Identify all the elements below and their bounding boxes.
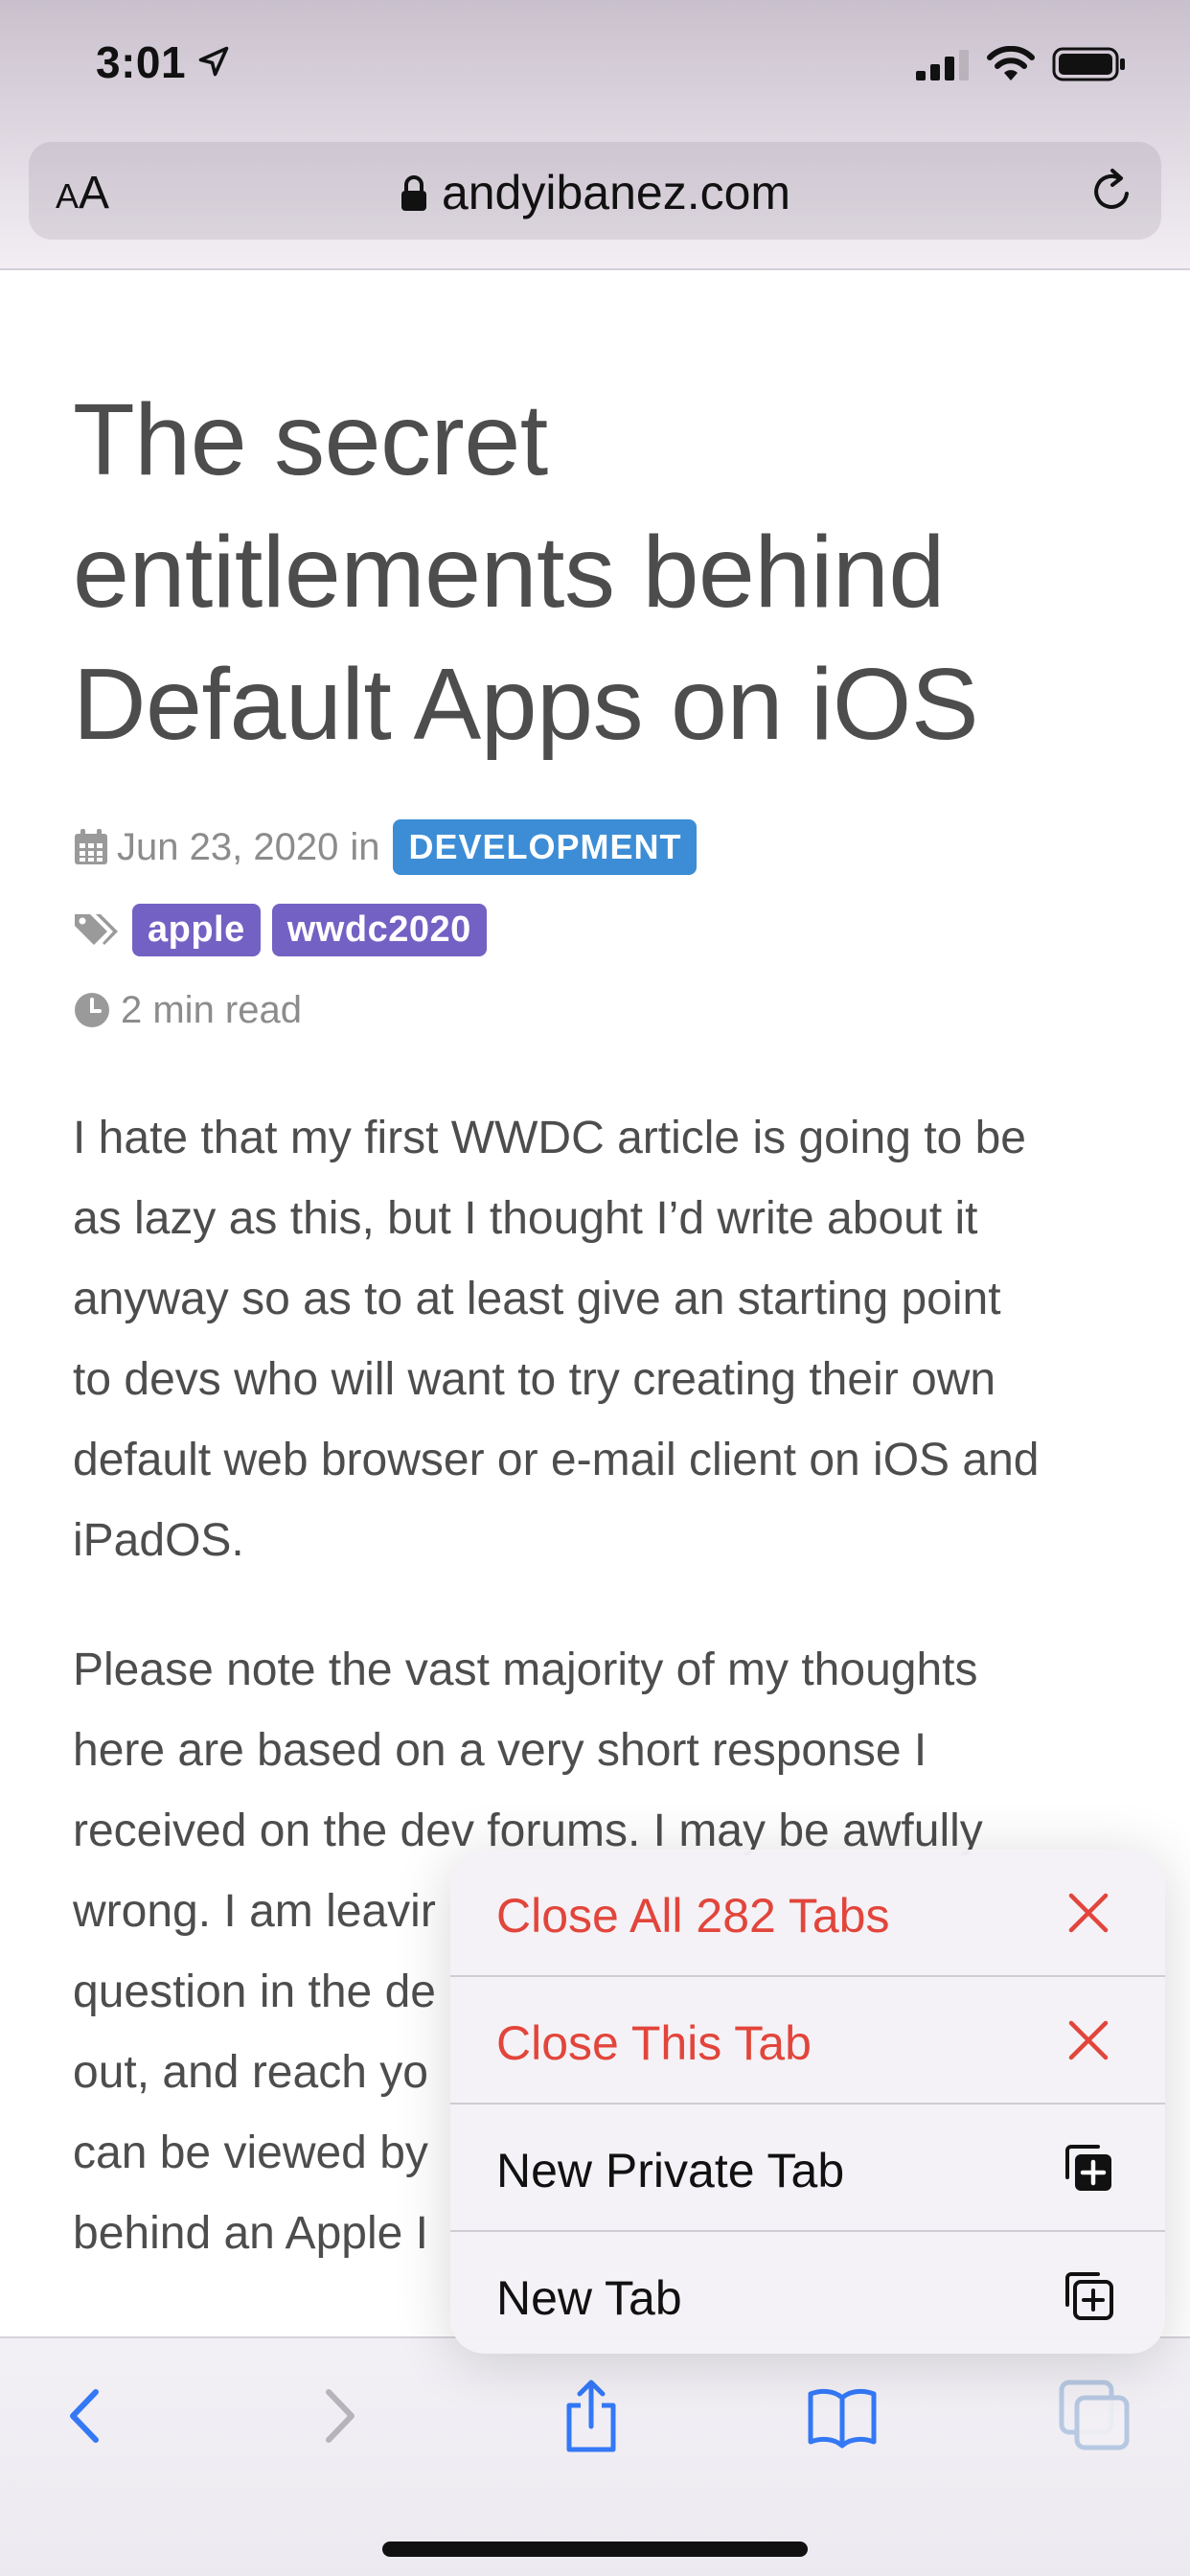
cellular-signal-icon — [916, 50, 969, 80]
article-paragraph: I hate that my first WWDC article is goi… — [73, 1098, 1127, 1581]
forward-chevron-icon[interactable] — [300, 2379, 375, 2453]
share-icon[interactable] — [554, 2379, 629, 2453]
wifi-icon — [987, 46, 1035, 80]
back-chevron-icon[interactable] — [50, 2379, 125, 2453]
title-line: The secret — [73, 383, 548, 496]
menu-item-close-all-tabs[interactable]: Close All 282 Tabs — [450, 1850, 1165, 1976]
new-private-tab-icon — [1065, 2145, 1111, 2191]
read-time-row: 2 min read — [73, 981, 302, 1039]
close-x-icon — [1068, 1893, 1109, 1933]
reload-icon[interactable] — [1087, 167, 1136, 217]
clock-icon — [75, 993, 109, 1027]
paragraph-line: I hate that my first WWDC article is goi… — [73, 1113, 1026, 1163]
url-text: andyibanez.com — [441, 166, 791, 219]
tag-wwdc2020[interactable]: wwdc2020 — [271, 903, 487, 956]
menu-item-label: New Tab — [496, 2271, 682, 2325]
paragraph-line: to devs who will want to try creating th… — [73, 1354, 996, 1405]
category-badge[interactable]: DEVELOPMENT — [393, 819, 698, 875]
address-bar[interactable]: AA andyibanez.com — [29, 142, 1161, 240]
home-indicator[interactable] — [382, 2542, 808, 2557]
menu-item-label: New Private Tab — [496, 2144, 845, 2197]
post-date: Jun 23, 2020 — [117, 825, 339, 868]
url-display[interactable]: andyibanez.com — [29, 165, 1161, 220]
paragraph-line: Please note the vast majority of my thou… — [73, 1644, 978, 1695]
menu-item-new-tab[interactable]: New Tab — [450, 2232, 1165, 2354]
menu-item-new-private-tab[interactable]: New Private Tab — [450, 2104, 1165, 2231]
in-word: in — [350, 825, 380, 868]
tags-row: apple wwdc2020 — [73, 901, 498, 958]
browser-top-chrome: 3:01 AA andyibanez.com — [0, 0, 1190, 270]
article-title: The secret entitlements behind Default A… — [73, 374, 1127, 770]
new-tab-icon — [1065, 2272, 1113, 2320]
menu-item-label: Close All 282 Tabs — [496, 1889, 890, 1943]
paragraph-line: iPadOS. — [73, 1515, 244, 1566]
paragraph-line: as lazy as this, but I thought I’d write… — [73, 1193, 978, 1244]
menu-item-close-this-tab[interactable]: Close This Tab — [450, 1977, 1165, 2104]
battery-icon — [1052, 47, 1125, 81]
tabs-context-menu: Close All 282 Tabs Close This Tab New Pr… — [450, 1850, 1165, 2354]
paragraph-line: here are based on a very short response … — [73, 1725, 927, 1776]
paragraph-line: default web browser or e-mail client on … — [73, 1435, 1040, 1485]
menu-item-label: Close This Tab — [496, 2016, 812, 2070]
title-line: entitlements behind — [73, 516, 945, 629]
bottom-toolbar — [0, 2336, 1190, 2576]
read-time: 2 min read — [121, 988, 302, 1031]
title-line: Default Apps on iOS — [73, 648, 979, 761]
tags-icon — [75, 914, 118, 945]
post-date-row: Jun 23, 2020 in DEVELOPMENT — [73, 818, 698, 876]
bookmarks-book-icon[interactable] — [805, 2379, 880, 2453]
lock-icon — [400, 175, 426, 211]
status-time: 3:01 — [96, 37, 187, 87]
paragraph-line: anyway so as to at least give an startin… — [73, 1274, 1001, 1324]
close-x-icon — [1068, 2020, 1109, 2060]
location-arrow-icon — [198, 46, 229, 77]
calendar-icon — [75, 829, 107, 864]
tabs-icon[interactable] — [1058, 2379, 1133, 2453]
tag-apple[interactable]: apple — [132, 903, 261, 956]
